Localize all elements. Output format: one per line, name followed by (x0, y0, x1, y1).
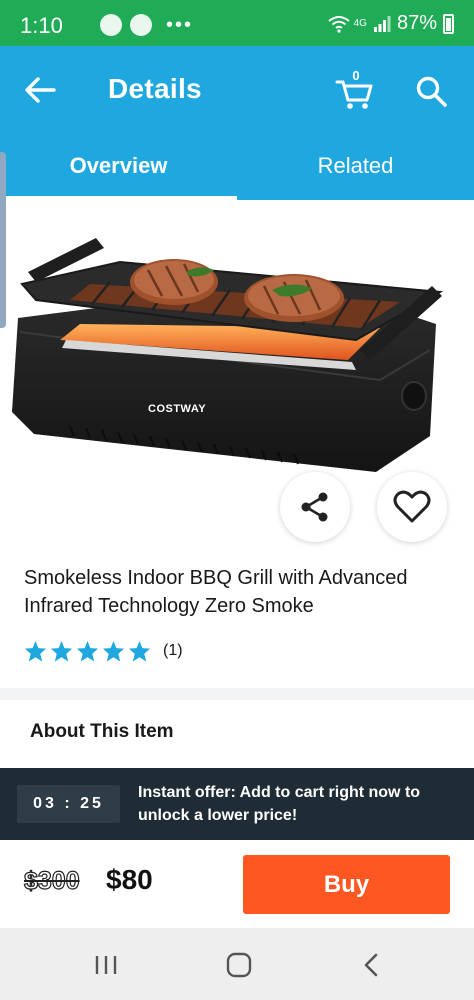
notification-icons: ••• (100, 14, 193, 36)
heart-outline-icon (393, 490, 431, 523)
product-title: Smokeless Indoor BBQ Grill with Advanced… (24, 567, 408, 617)
status-bar: 1:10 ••• 4G 87% (0, 0, 474, 46)
home-icon[interactable] (226, 952, 252, 978)
battery-icon (443, 13, 454, 34)
status-time: 1:10 (20, 13, 63, 38)
cart-count-badge: 0 (352, 68, 360, 83)
offer-message: Instant offer: Add to cart right now to … (138, 784, 421, 824)
network-type: 4G (353, 18, 367, 29)
share-icon (301, 492, 328, 522)
star-icon (24, 640, 47, 662)
original-price: $300 (23, 866, 80, 895)
arrow-left-icon[interactable] (22, 74, 58, 106)
star-icon (102, 640, 125, 662)
tab-overview[interactable]: Overview (0, 134, 237, 200)
recents-icon[interactable] (94, 954, 118, 976)
page-title: Details (108, 73, 202, 104)
star-icon (76, 640, 99, 662)
section-divider (0, 688, 474, 700)
app-notification-icon-2 (130, 14, 152, 36)
buy-button[interactable]: Buy (243, 855, 450, 914)
offer-countdown-timer: 03 : 25 (17, 785, 120, 823)
rating-stars (24, 640, 151, 662)
buy-bar: $300 $80 Buy (0, 840, 474, 928)
product-rating[interactable]: (1) (24, 640, 183, 662)
system-nav-bar (0, 928, 474, 1000)
star-icon (50, 640, 73, 662)
instant-offer-banner[interactable]: 03 : 25 Instant offer: Add to cart right… (0, 768, 474, 840)
wifi-icon (328, 15, 350, 33)
favorite-button[interactable] (377, 472, 447, 542)
sale-price: $80 (106, 864, 153, 895)
tab-related[interactable]: Related (237, 134, 474, 200)
product-details-screen: 1:10 ••• 4G 87% Details 0 Overview Relat… (0, 0, 474, 1000)
app-bar: Details 0 (0, 46, 474, 134)
app-notification-icon (100, 14, 122, 36)
star-icon (128, 640, 151, 662)
battery-percent: 87% (396, 12, 437, 34)
search-icon[interactable] (414, 74, 448, 108)
review-count: (1) (163, 642, 183, 659)
share-button[interactable] (280, 472, 350, 542)
back-chevron-icon[interactable] (362, 952, 380, 978)
more-notifications-icon: ••• (166, 14, 194, 36)
status-right: 4G 87% (328, 12, 454, 35)
signal-icon (373, 15, 391, 32)
tab-bar: Overview Related (0, 134, 474, 200)
brand-logo-text: COSTWAY (148, 403, 206, 415)
about-heading: About This Item (30, 721, 174, 742)
